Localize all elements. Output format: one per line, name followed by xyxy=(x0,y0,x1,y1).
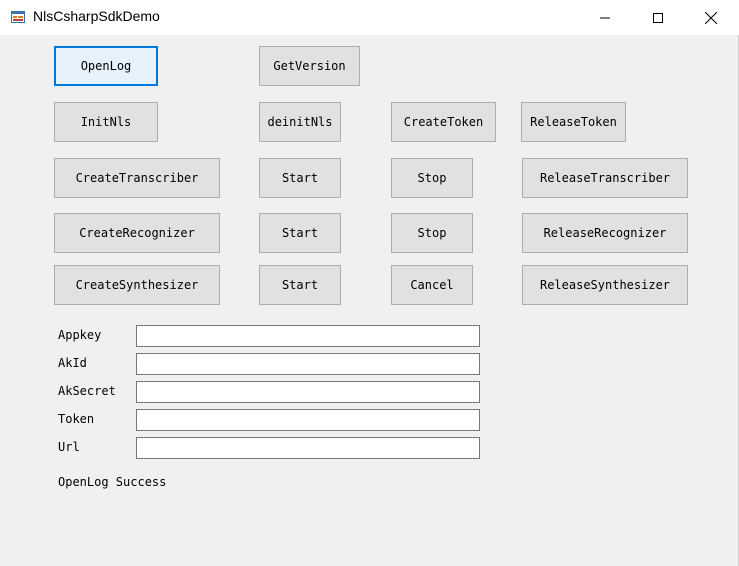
transcriber-start-button[interactable]: Start xyxy=(259,158,341,198)
window-title: NlsCsharpSdkDemo xyxy=(33,8,160,24)
main-window: NlsCsharpSdkDemo OpenLog GetVersion Init… xyxy=(0,0,739,566)
release-token-button[interactable]: ReleaseToken xyxy=(521,102,626,142)
synthesizer-start-button[interactable]: Start xyxy=(259,265,341,305)
url-label: Url xyxy=(58,440,80,454)
appkey-label: Appkey xyxy=(58,328,102,342)
open-log-button[interactable]: OpenLog xyxy=(54,46,158,86)
aksecret-input[interactable] xyxy=(136,381,480,403)
minimize-icon xyxy=(600,13,610,23)
get-version-button[interactable]: GetVersion xyxy=(259,46,360,86)
maximize-icon xyxy=(653,12,663,23)
synthesizer-cancel-button[interactable]: Cancel xyxy=(391,265,473,305)
create-token-button[interactable]: CreateToken xyxy=(391,102,496,142)
token-label: Token xyxy=(58,412,95,426)
deinit-nls-button[interactable]: deinitNls xyxy=(259,102,341,142)
create-synthesizer-button[interactable]: CreateSynthesizer xyxy=(54,265,220,305)
close-icon xyxy=(705,11,717,24)
recognizer-start-button[interactable]: Start xyxy=(259,213,341,253)
url-input[interactable] xyxy=(136,437,480,459)
close-button[interactable] xyxy=(688,0,734,35)
release-synthesizer-button[interactable]: ReleaseSynthesizer xyxy=(522,265,688,305)
create-recognizer-button[interactable]: CreateRecognizer xyxy=(54,213,220,253)
create-transcriber-button[interactable]: CreateTranscriber xyxy=(54,158,220,198)
release-recognizer-button[interactable]: ReleaseRecognizer xyxy=(522,213,688,253)
release-transcriber-button[interactable]: ReleaseTranscriber xyxy=(522,158,688,198)
minimize-button[interactable] xyxy=(582,0,628,35)
akid-input[interactable] xyxy=(136,353,480,375)
init-nls-button[interactable]: InitNls xyxy=(54,102,158,142)
recognizer-stop-button[interactable]: Stop xyxy=(391,213,473,253)
app-form-icon xyxy=(10,9,26,25)
akid-label: AkId xyxy=(58,356,87,370)
maximize-button[interactable] xyxy=(635,0,681,35)
token-input[interactable] xyxy=(136,409,480,431)
transcriber-stop-button[interactable]: Stop xyxy=(391,158,473,198)
appkey-input[interactable] xyxy=(136,325,480,347)
status-label: OpenLog Success xyxy=(58,475,167,489)
title-bar[interactable]: NlsCsharpSdkDemo xyxy=(0,0,739,35)
aksecret-label: AkSecret xyxy=(58,384,116,398)
